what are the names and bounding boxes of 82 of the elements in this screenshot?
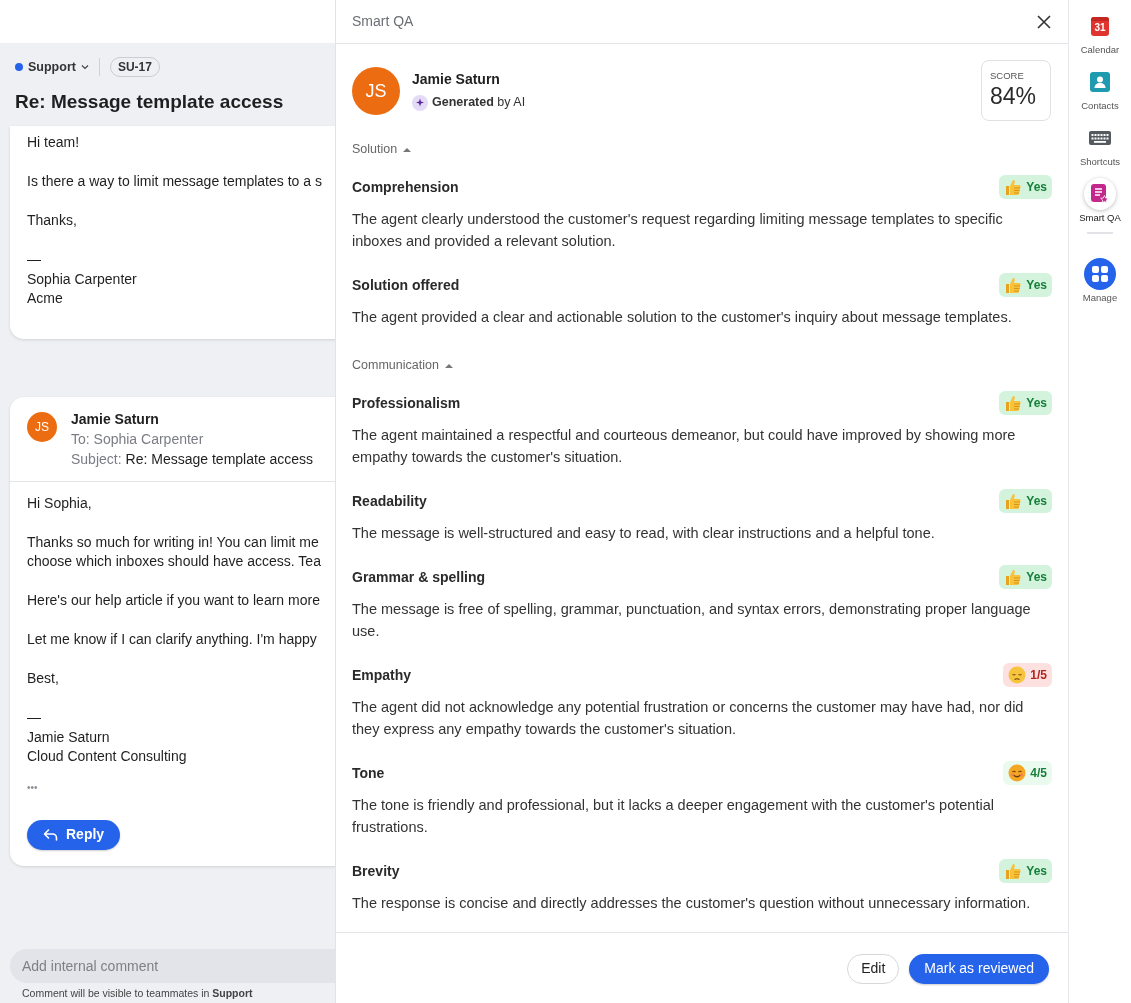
section-toggle[interactable]: Solution [352, 140, 412, 158]
subject-text: Re: Message template access [125, 449, 314, 469]
rating-badge: Yes [999, 175, 1052, 199]
agent-name: Jamie Saturn [412, 70, 500, 89]
mark-as-reviewed-button[interactable]: Mark as reviewed [909, 953, 1049, 984]
grid-icon [1092, 266, 1108, 282]
reply-arrow-icon [43, 828, 58, 841]
message-text: choose which inboxes should have access. Tea [27, 552, 321, 571]
criterion-name: Solution offered [352, 275, 460, 295]
sidebar-app-button[interactable]: Shortcuts [1070, 122, 1130, 168]
criterion-name: Empathy [352, 665, 412, 685]
sidebar-app-button[interactable]: 31 Calendar [1070, 10, 1130, 56]
rating-badge: Yes [999, 859, 1052, 883]
sparkle-icon [412, 94, 428, 111]
close-icon [1037, 14, 1051, 29]
message-text: Hi Sophia, [27, 493, 92, 513]
criterion-name: Tone [352, 763, 385, 783]
generated-by-ai-text: Generated by AI [432, 94, 526, 112]
sender-avatar: JS [27, 411, 57, 442]
criterion-name: Comprehension [352, 177, 459, 197]
smiling-face-icon [1008, 764, 1027, 782]
thumbs-up-icon [1004, 276, 1023, 294]
thumbs-up-icon [1004, 492, 1023, 510]
sidebar-app-button[interactable]: Manage [1070, 258, 1130, 304]
rating-badge: Yes [999, 273, 1052, 297]
contact-card-icon [1090, 72, 1110, 92]
message-text: Here's our help article if you want to learn more [27, 591, 320, 610]
message-text: Acme [27, 289, 63, 308]
criterion-name: Readability [352, 491, 427, 511]
recipient-text: To: Sophia Carpenter [71, 429, 204, 449]
comment-hint: Comment will be visible to teammates in Support [22, 986, 253, 1000]
panel-title: Smart QA [352, 12, 414, 31]
message-text: Let me know if I can clarify anything. I'm happy [27, 630, 317, 649]
message-text: Best, [27, 669, 59, 688]
message-text: Is there a way to limit message templates to a s [27, 172, 322, 191]
message-text: Jamie Saturn [27, 727, 110, 747]
criterion-name: Brevity [352, 861, 400, 881]
message-text: — [27, 708, 41, 727]
score-value: 84% [990, 82, 1037, 110]
criterion-description: The tone is friendly and professional, but it lacks a deeper engagement with the customer's potential frustrations. [352, 796, 995, 837]
reply-button[interactable]: Reply [27, 819, 121, 850]
caret-up-icon [403, 146, 412, 152]
criterion-name: Grammar & spelling [352, 567, 486, 587]
criterion-description: The message is free of spelling, grammar, punctuation, and syntax errors, demonstrating proper language use. [352, 600, 1032, 641]
sad-face-icon [1008, 666, 1027, 684]
rating-badge: Yes [999, 489, 1052, 513]
message-text: — [27, 250, 41, 269]
criterion-description: The agent did not acknowledge any potential frustration or concerns the customer may have had, nor did they express any empathy towards the customer's situation. [352, 698, 1025, 739]
criterion-description: The response is concise and directly addresses the customer's question without unnecessary information. [352, 894, 1032, 913]
criterion-description: The agent clearly understood the customer's request regarding limiting message templates to specific inboxes and provided a relevant solution. [352, 210, 1004, 251]
sender-name: Jamie Saturn [71, 409, 159, 429]
rating-badge: Yes [999, 565, 1052, 589]
chevron-down-icon [80, 64, 89, 70]
agent-avatar: JS [352, 67, 400, 115]
rating-badge: 1/5 [1003, 663, 1052, 687]
criterion-name: Professionalism [352, 393, 461, 413]
rating-badge: 4/5 [1003, 761, 1052, 785]
criterion-description: The message is well-structured and easy to read, with clear instructions and a helpful tone. [352, 524, 936, 543]
message-text: Sophia Carpenter [27, 269, 137, 289]
rating-badge: Yes [999, 391, 1052, 415]
keyboard-icon [1089, 131, 1111, 145]
criterion-description: The agent maintained a respectful and courteous demeanor, but could have improved by showing more empathy towards the customer's situation. [352, 426, 1017, 467]
section-toggle[interactable]: Communication [352, 356, 453, 374]
criterion-description: The agent provided a clear and actionable solution to the customer's inquiry about message templates. [352, 308, 1013, 327]
message-text: Cloud Content Consulting [27, 747, 187, 766]
sidebar-app-button[interactable]: Smart QA [1070, 178, 1130, 224]
thumbs-up-icon [1004, 394, 1023, 412]
message-text: Thanks, [27, 211, 77, 230]
sidebar-app-button[interactable]: Contacts [1070, 66, 1130, 112]
caret-up-icon [444, 362, 453, 368]
conversation-title: Re: Message template access [14, 90, 284, 114]
score-label: SCORE [990, 70, 1024, 82]
inbox-selector[interactable]: Support [15, 57, 89, 77]
internal-comment-field[interactable]: Add internal comment [10, 949, 335, 983]
calendar-icon: 31 [1091, 16, 1109, 36]
message-text: Hi team! [27, 133, 80, 152]
thumbs-up-icon [1004, 568, 1023, 586]
subject-label: Subject: [71, 449, 122, 469]
thumbs-up-icon [1004, 862, 1023, 880]
message-text: Thanks so much for writing in! You can limit me [27, 532, 319, 552]
thumbs-up-icon [1004, 178, 1023, 196]
edit-button[interactable]: Edit [847, 953, 900, 984]
